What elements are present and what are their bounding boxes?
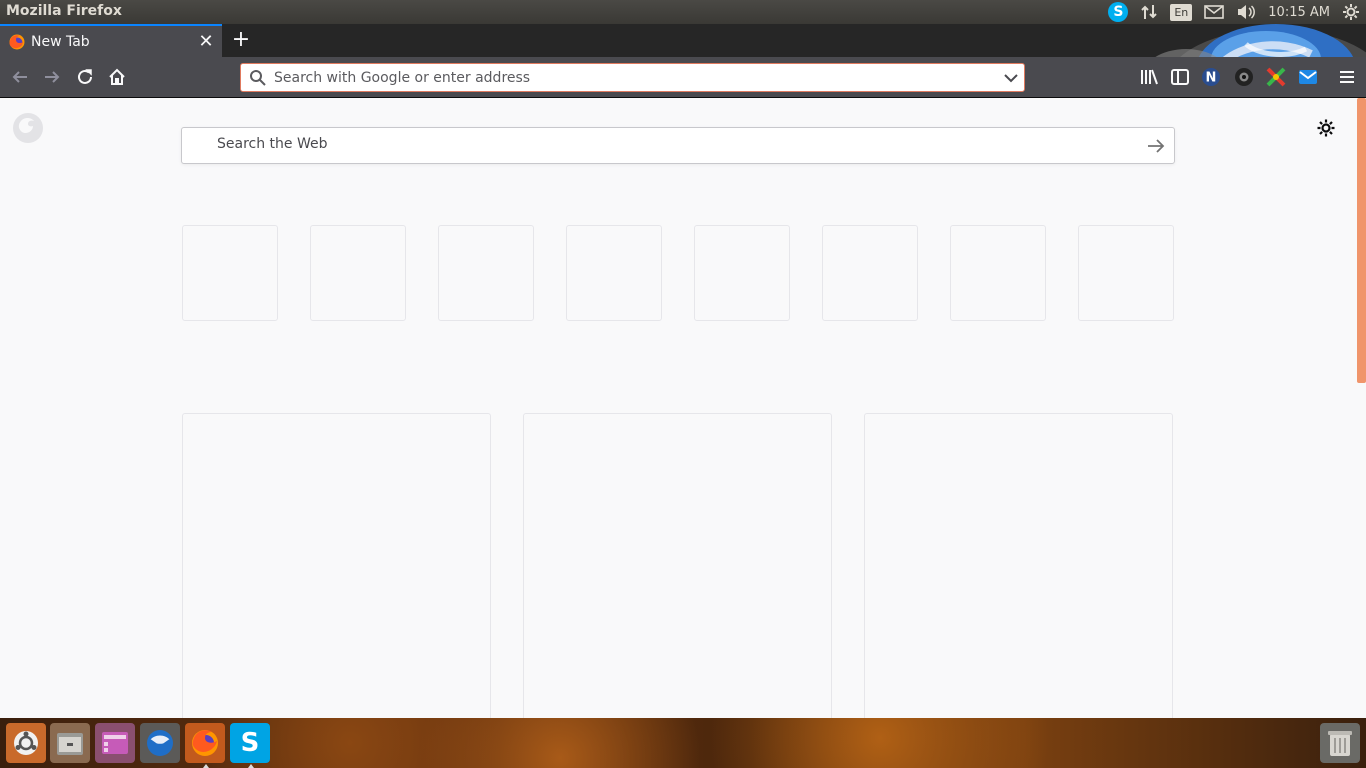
firefox-logo-icon [13,113,43,143]
url-input[interactable] [274,69,998,86]
search-icon [250,70,266,86]
url-bar[interactable] [240,63,1025,92]
top-site-tile[interactable] [566,225,662,321]
running-indicator [203,764,209,768]
skype-icon[interactable]: S [230,723,270,768]
search-go-arrow-icon[interactable] [1146,136,1166,156]
skype-tray-icon[interactable]: S [1108,0,1129,24]
top-site-tile[interactable] [950,225,1046,321]
top-site-tile[interactable] [438,225,534,321]
mail-extension-button[interactable] [1297,66,1319,88]
web-search-box[interactable] [181,127,1175,164]
reload-icon [78,69,92,84]
scrollbar-thumb[interactable] [1357,98,1366,383]
mail-icon[interactable] [1204,0,1225,24]
camera-extension-icon [1235,68,1253,86]
home-button[interactable] [103,63,131,91]
skype-badge: S [1108,2,1129,22]
page-scrollbar[interactable] [1356,98,1366,718]
tab-strip: New Tab ✕ + [0,24,1366,57]
menu-button[interactable] [1336,66,1358,88]
top-site-tile[interactable] [1078,225,1174,321]
network-icon[interactable] [1140,0,1158,24]
back-button[interactable] [6,63,34,91]
trash-icon[interactable] [1320,723,1360,763]
page-settings-gear-icon[interactable] [1316,118,1336,138]
ubuntu-dash-icon[interactable] [6,723,46,763]
camera-extension-button[interactable] [1233,66,1255,88]
keyboard-layout-indicator[interactable]: En [1170,0,1193,24]
sidebar-icon [1171,69,1189,85]
forward-arrow-icon [45,71,60,83]
new-tab-button[interactable]: + [228,27,254,53]
files-icon[interactable] [50,723,90,763]
chevron-down-icon [1004,73,1018,82]
home-icon [109,68,125,85]
web-search-input[interactable] [217,136,1117,152]
reload-button[interactable] [71,63,99,91]
thunderbird-icon[interactable] [140,723,180,763]
clock[interactable]: 10:15 AM [1268,0,1330,24]
tab-new-tab[interactable]: New Tab ✕ [0,24,222,57]
highlight-card[interactable] [182,413,491,718]
top-site-tile[interactable] [694,225,790,321]
navigation-toolbar: N [0,57,1366,98]
tab-title: New Tab [31,33,90,50]
highlight-card[interactable] [523,413,832,718]
close-tab-icon[interactable]: ✕ [196,31,216,52]
url-dropdown-button[interactable] [998,73,1024,83]
workspaces-icon[interactable] [95,723,135,763]
window-title: Mozilla Firefox [6,3,122,19]
colorful-extension-button[interactable] [1265,66,1287,88]
running-indicator [248,764,254,768]
firefox-icon[interactable] [185,723,225,768]
firefox-favicon-icon [9,34,25,49]
highlight-card[interactable] [864,413,1173,718]
svg-text:N: N [1206,71,1217,86]
colorful-extension-icon [1266,67,1286,87]
extension-n-button[interactable]: N [1200,66,1222,88]
system-tray: S En 10:15 AM [1102,0,1366,24]
unity-launcher: S [0,718,1366,768]
library-icon [1141,69,1158,85]
top-site-tile[interactable] [822,225,918,321]
system-settings-icon[interactable] [1342,0,1360,24]
library-button[interactable] [1138,66,1160,88]
new-tab-page [0,98,1356,718]
back-arrow-icon [12,71,27,83]
volume-icon[interactable] [1236,0,1256,24]
theme-artwork [1155,24,1366,57]
top-site-tile[interactable] [182,225,278,321]
extension-n-icon: N [1202,68,1220,86]
menu-icon [1340,71,1354,83]
forward-button[interactable] [38,63,66,91]
top-site-tile[interactable] [310,225,406,321]
keyboard-layout-label: En [1170,3,1193,21]
skype-launcher-label: S [240,728,260,758]
mail-extension-icon [1299,70,1317,84]
system-top-bar: Mozilla Firefox S En 10:15 AM [0,0,1366,24]
sidebar-button[interactable] [1169,66,1191,88]
